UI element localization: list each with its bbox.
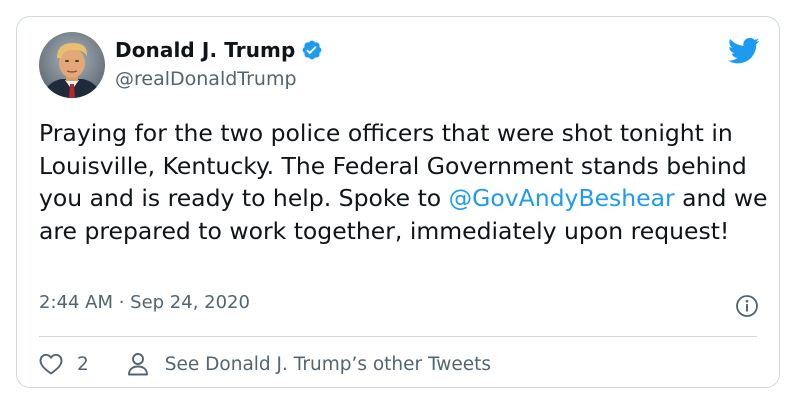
tweet-text: Praying for the two police officers that…	[39, 117, 769, 247]
info-icon[interactable]	[735, 294, 759, 318]
mention-link[interactable]: @GovAndyBeshear	[449, 184, 675, 212]
profile-link-button[interactable]: See Donald J. Trump’s other Tweets	[127, 352, 491, 376]
twitter-bird-icon[interactable]	[727, 37, 760, 65]
author-display-name[interactable]: Donald J. Trump	[115, 38, 295, 62]
like-button[interactable]: 2	[39, 353, 89, 375]
action-row: 2 See Donald J. Trump’s other Tweets	[39, 349, 491, 379]
person-icon[interactable]	[127, 352, 149, 376]
divider	[39, 336, 757, 337]
verified-badge-icon	[301, 39, 323, 61]
profile-link-text[interactable]: See Donald J. Trump’s other Tweets	[165, 354, 491, 375]
like-count: 2	[77, 353, 89, 375]
author-name-row[interactable]: Donald J. Trump	[115, 38, 323, 62]
tweet-card: Donald J. Trump @realDonaldTrump Praying…	[16, 16, 780, 388]
tweet-timestamp[interactable]: 2:44 AM · Sep 24, 2020	[39, 292, 250, 313]
avatar[interactable]	[39, 32, 105, 98]
author-handle[interactable]: @realDonaldTrump	[115, 68, 297, 90]
heart-icon[interactable]	[39, 353, 63, 375]
